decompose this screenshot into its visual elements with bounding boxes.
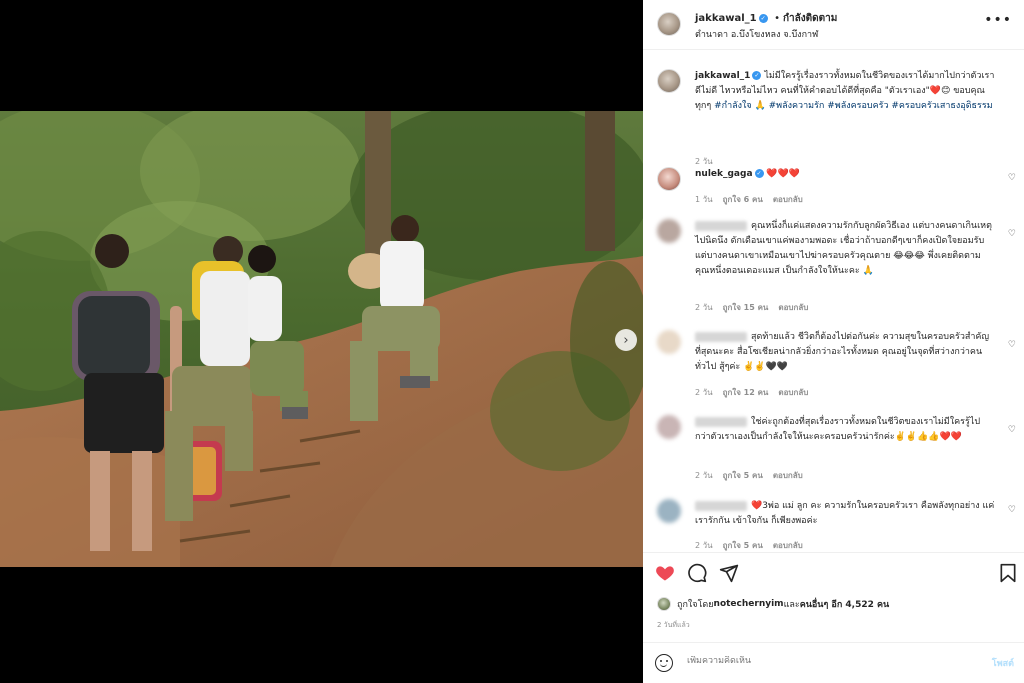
post-media: › (0, 0, 643, 683)
comment-text: สุดท้ายแล้ว ชีวิตก็ต้องไปต่อกันค่ะ ความส… (695, 330, 995, 375)
caption-pray-emoji: 🙏 (751, 101, 769, 111)
post-photo (0, 111, 643, 567)
comment-text: nulek_gaga ✓ ❤️❤️❤️ (695, 167, 995, 182)
instagram-post-modal: › jakkawal_1 ✓ • กำลังติดตาม ตำนาดา อ.บึงโ… (0, 0, 1024, 683)
liker-avatar[interactable] (657, 597, 671, 611)
post-comment-button[interactable]: โพสต์ (992, 656, 1014, 670)
more-horizontal-icon[interactable]: ••• (984, 12, 1012, 28)
carousel-next-button[interactable]: › (615, 329, 637, 351)
commenter-avatar[interactable] (657, 330, 681, 354)
add-comment-bar: โพสต์ (643, 642, 1024, 683)
like-heart-svg (656, 566, 674, 581)
post-side-panel: jakkawal_1 ✓ • กำลังติดตาม ตำนาดา อ.บึงโขง… (643, 0, 1024, 683)
caption-avatar[interactable] (657, 69, 681, 93)
comment-body: ❤️❤️❤️ (766, 169, 801, 179)
comment-svg (688, 563, 707, 583)
verified-badge-icon: ✓ (752, 71, 762, 80)
comment-likes[interactable]: ถูกใจ 5 คน (723, 541, 763, 550)
verified-badge-icon: ✓ (754, 169, 764, 178)
likes-and: และ (783, 600, 800, 610)
bookmark-svg (1000, 563, 1016, 583)
verified-badge-icon: ✓ (758, 13, 768, 23)
hashtag-links[interactable]: #พลังความรัก #พลังครอบครัว #ครอบครัวเสาธ… (769, 101, 993, 111)
comment-time: 1 วัน (695, 195, 713, 204)
comment-like-icon[interactable]: ♡ (1008, 505, 1016, 515)
comment-icon[interactable] (687, 563, 707, 588)
caption-time-text: 2 วัน (695, 157, 713, 166)
bookmark-icon[interactable] (999, 563, 1017, 588)
comment-time: 2 วัน (695, 303, 713, 312)
comment-likes[interactable]: ถูกใจ 15 คน (723, 303, 769, 312)
commenter-username-blurred[interactable] (695, 331, 747, 342)
comment-text: คุณหนึ่งก็แค่แสดงความรักกับลูกผัดวิธีเอง… (695, 219, 995, 279)
comment-time: 2 วัน (695, 388, 713, 397)
commenter-avatar[interactable] (657, 499, 681, 523)
reply-button[interactable]: ตอบกลับ (773, 541, 803, 550)
commenter-username-blurred[interactable] (695, 500, 747, 511)
commenter-username[interactable]: nulek_gaga (695, 169, 753, 179)
caption-text: jakkawal_1 ✓ ไม่มีใครรู้เรื่องราวทั้งหมดใ… (695, 69, 995, 114)
share-svg (719, 564, 739, 583)
comment-like-icon[interactable]: ♡ (1008, 229, 1016, 239)
comment-meta: 2 วัน ถูกใจ 5 คน ตอบกลับ (695, 469, 813, 482)
commenter-username-blurred[interactable] (695, 220, 747, 231)
commenter-avatar[interactable] (657, 167, 681, 191)
commenter-avatar[interactable] (657, 219, 681, 243)
comment-text: ใช่ค่ะถูกต้องที่สุดเรื่องราวทั้งหมดในชีว… (695, 415, 995, 445)
comment-meta: 2 วัน ถูกใจ 12 คน ตอบกลับ (695, 386, 818, 399)
comment-likes[interactable]: ถูกใจ 5 คน (723, 471, 763, 480)
post-location[interactable]: ตำนาดา อ.บึงโขงหลง จ.บึงกาฬ (695, 27, 818, 41)
comments-section: jakkawal_1 ✓ ไม่มีใครรู้เรื่องราวทั้งหมดใ… (643, 51, 1024, 551)
comment-meta: 2 วัน ถูกใจ 15 คน ตอบกลับ (695, 301, 818, 314)
liker-username[interactable]: notechernyim (714, 599, 784, 609)
emoji-icon[interactable] (655, 654, 673, 672)
share-icon[interactable] (719, 563, 739, 588)
likes-others-count[interactable]: คนอื่นๆ อีก 4,522 คน (800, 597, 889, 611)
caption-emojis: ❤️😊 (929, 86, 951, 96)
commenter-avatar[interactable] (657, 415, 681, 439)
caption-username[interactable]: jakkawal_1 (695, 71, 750, 81)
author-username[interactable]: jakkawal_1 (695, 13, 757, 24)
reply-button[interactable]: ตอบกลับ (778, 388, 808, 397)
author-avatar[interactable] (657, 12, 681, 36)
comment-text: ❤️3พ่อ แม่ ลูก คะ ความรักในครอบครัวเรา ค… (695, 499, 995, 529)
comment-time: 2 วัน (695, 541, 713, 550)
hikers-photo (0, 111, 643, 567)
commenter-username-blurred[interactable] (695, 416, 747, 427)
add-comment-input[interactable] (687, 656, 937, 666)
heart-filled-icon[interactable] (655, 563, 675, 588)
reply-button[interactable]: ตอบกลับ (773, 195, 803, 204)
dot-separator: • (774, 13, 780, 24)
author-username-line: jakkawal_1 ✓ • กำลังติดตาม (695, 11, 837, 26)
post-timestamp[interactable]: 2 วันที่แล้ว (657, 620, 690, 631)
comment-like-icon[interactable]: ♡ (1008, 340, 1016, 350)
comment-like-icon[interactable]: ♡ (1008, 425, 1016, 435)
hashtag-link[interactable]: #กำลังใจ (714, 101, 752, 111)
comment-meta: 2 วัน ถูกใจ 5 คน ตอบกลับ (695, 539, 813, 551)
comment-meta: 1 วัน ถูกใจ 6 คน ตอบกลับ (695, 193, 813, 206)
likes-summary: ถูกใจโดย notechernyim และ คนอื่นๆ อีก 4,… (657, 597, 889, 611)
comment-likes[interactable]: ถูกใจ 12 คน (723, 388, 769, 397)
reply-button[interactable]: ตอบกลับ (773, 471, 803, 480)
comment-likes[interactable]: ถูกใจ 6 คน (723, 195, 763, 204)
comment-like-icon[interactable]: ♡ (1008, 173, 1016, 183)
post-header: jakkawal_1 ✓ • กำลังติดตาม ตำนาดา อ.บึงโขง… (643, 0, 1024, 50)
reply-button[interactable]: ตอบกลับ (778, 303, 808, 312)
following-button[interactable]: กำลังติดตาม (783, 13, 837, 24)
comment-time: 2 วัน (695, 471, 713, 480)
post-actions: ถูกใจโดย notechernyim และ คนอื่นๆ อีก 4,… (643, 552, 1024, 642)
likes-prefix: ถูกใจโดย (677, 600, 714, 610)
